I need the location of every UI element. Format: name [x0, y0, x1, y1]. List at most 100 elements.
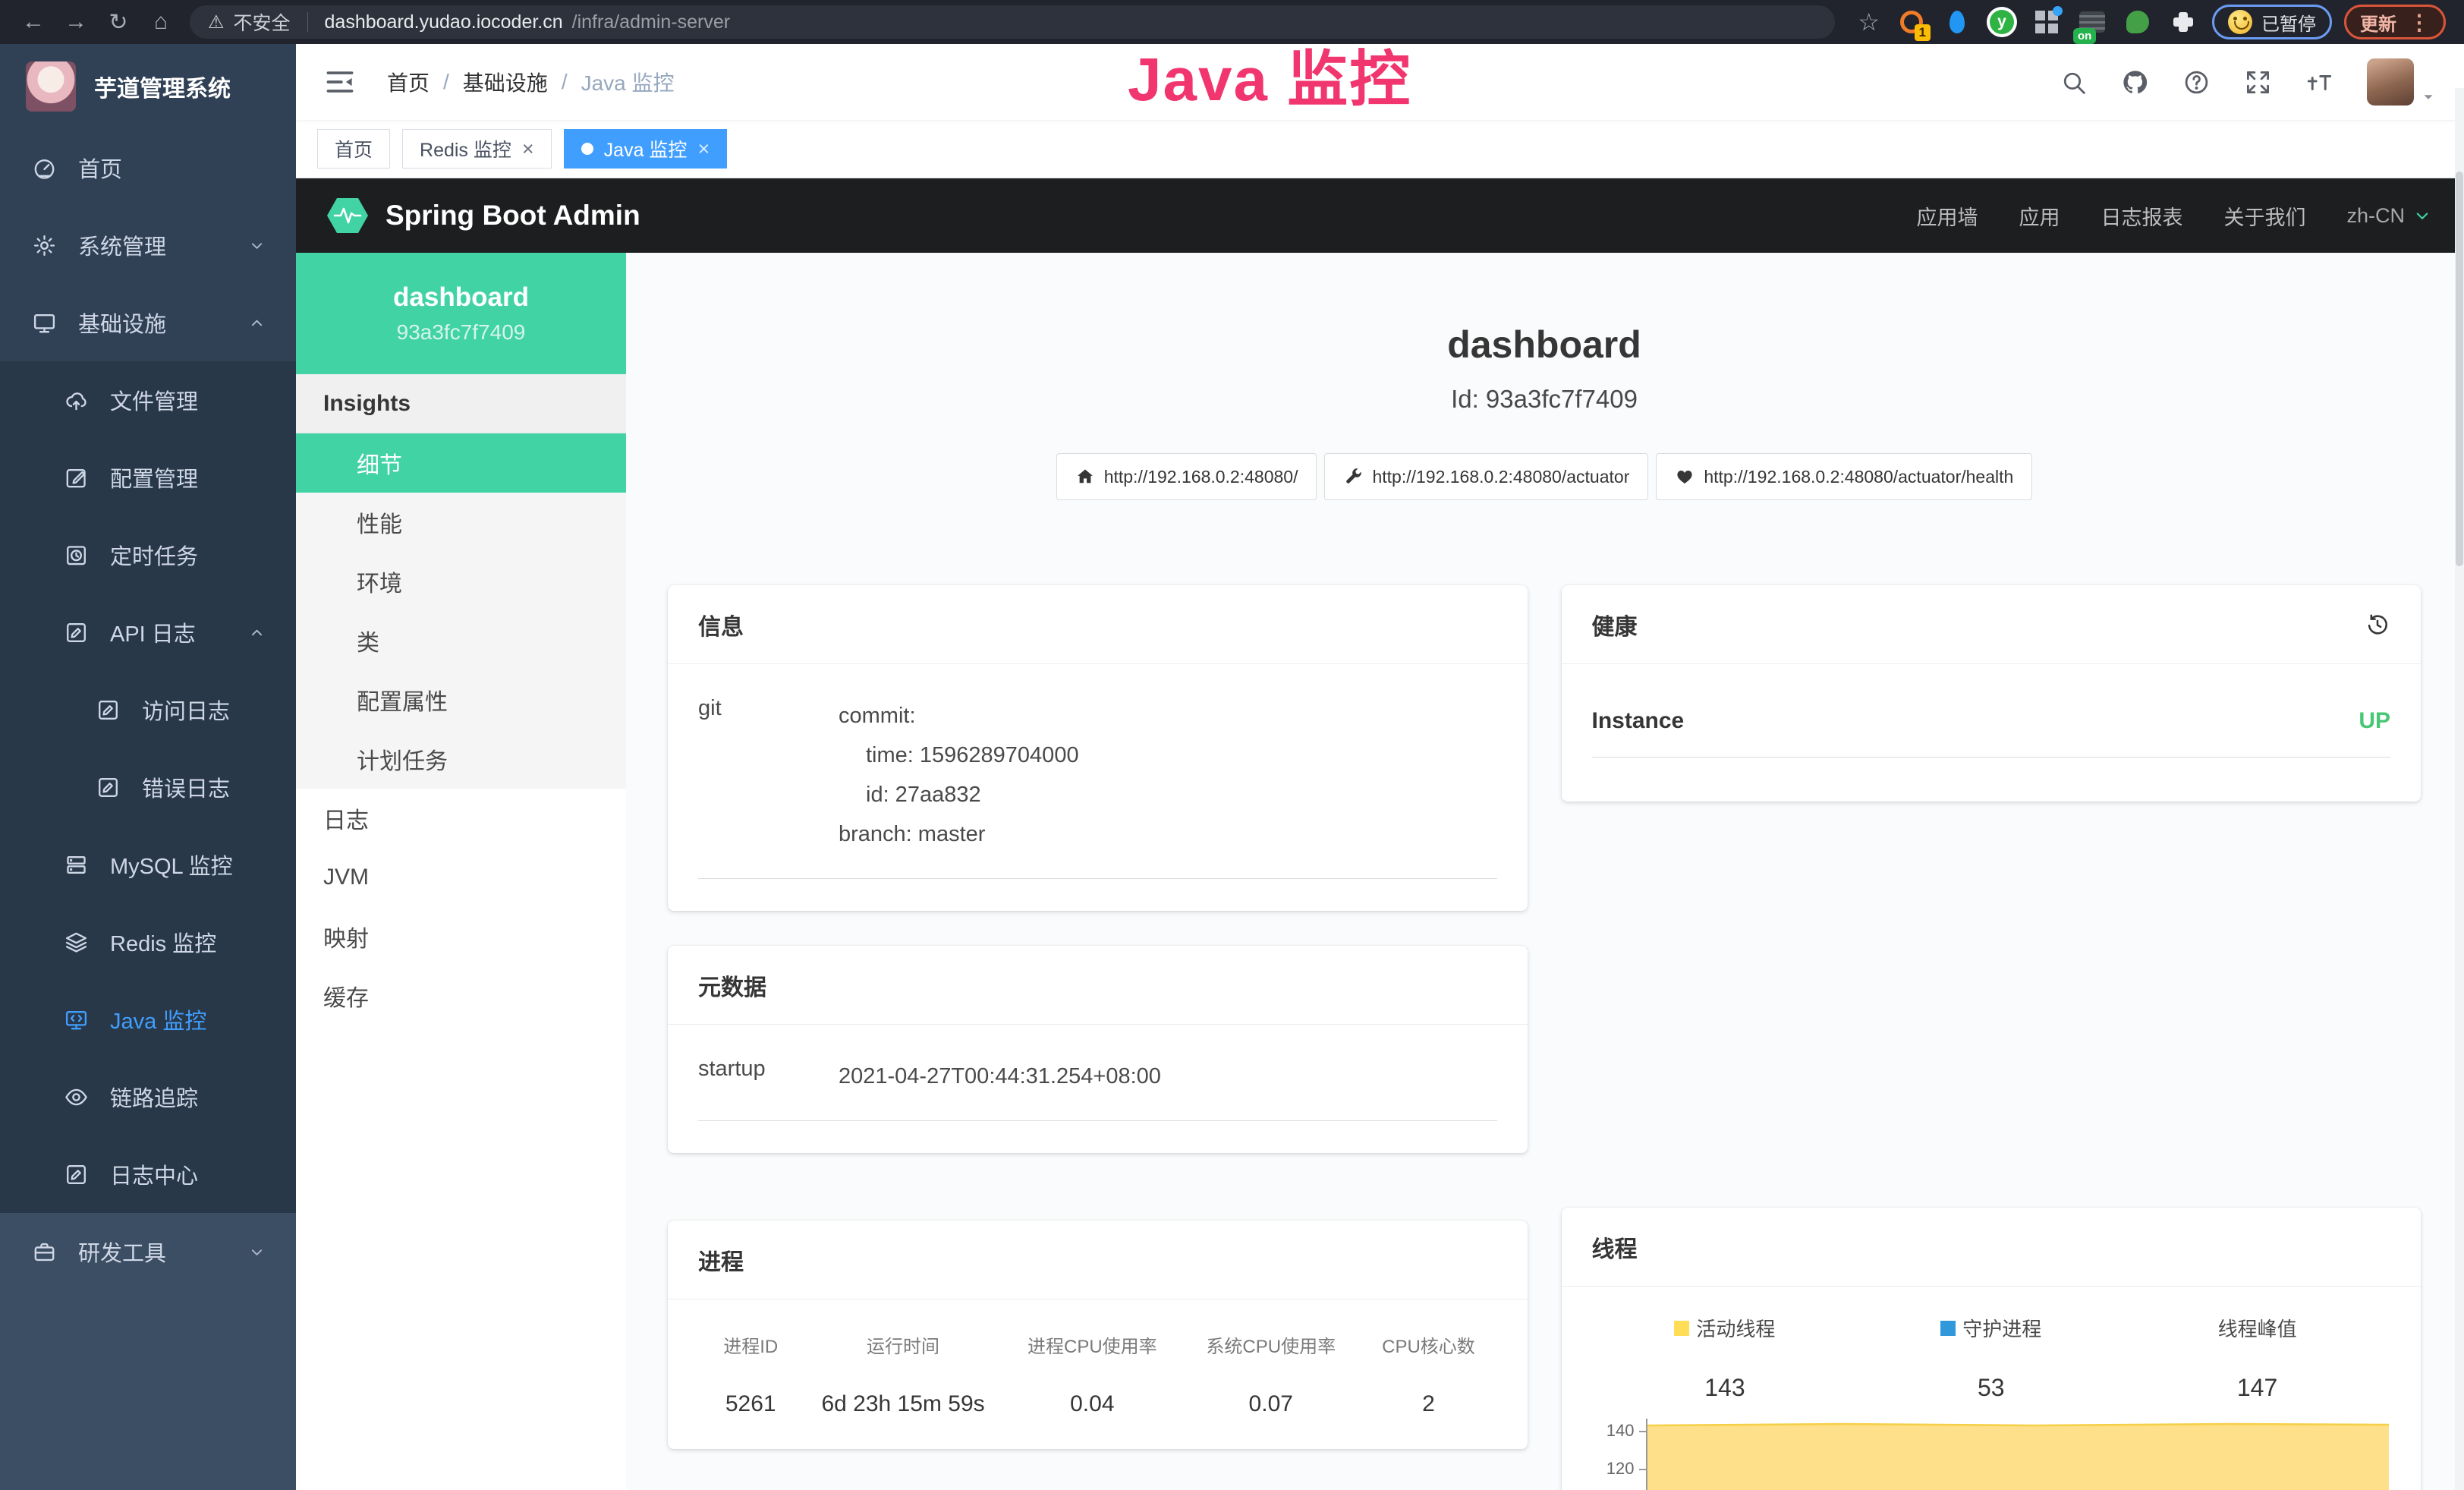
puzzle-extension-icon[interactable] [2167, 6, 2199, 38]
sba-insight-item-1[interactable]: 性能 [296, 493, 626, 552]
sidebar-item-3[interactable]: 文件管理 [0, 361, 296, 439]
scrollbar-thumb[interactable] [2456, 172, 2463, 566]
column-header: 运行时间 [803, 1331, 1002, 1358]
bookmark-star-icon[interactable]: ☆ [1858, 8, 1880, 36]
sba-root-list: 日志JVM映射缓存 [296, 789, 626, 1025]
colorpicker-extension-icon[interactable]: 1 [1896, 6, 1927, 38]
switch-extension-icon[interactable]: on [2076, 6, 2108, 38]
instance-link-2[interactable]: http://192.168.0.2:48080/actuator/health [1656, 453, 2032, 500]
breadcrumb-item[interactable]: 首页 [387, 67, 430, 97]
java-icon [64, 1007, 89, 1032]
instance-link-0[interactable]: http://192.168.0.2:48080/ [1056, 453, 1317, 500]
sidebar-item-5[interactable]: 定时任务 [0, 516, 296, 594]
sidebar-item-1[interactable]: 系统管理 [0, 206, 296, 284]
plant-extension-icon[interactable] [2122, 6, 2154, 38]
history-restore-icon[interactable] [2365, 612, 2390, 638]
status-badge[interactable]: UP [2359, 708, 2390, 734]
sba-insight-item-3[interactable]: 类 [296, 611, 626, 670]
sba-root-item-3[interactable]: 缓存 [296, 966, 626, 1025]
font-size-icon[interactable] [2305, 68, 2333, 96]
y-tick-mark [1639, 1431, 1646, 1432]
sba-root-item-0[interactable]: 日志 [296, 789, 626, 848]
database-icon [64, 852, 89, 877]
locale-select[interactable]: zh-CN [2346, 204, 2434, 228]
avatar[interactable] [2367, 58, 2414, 106]
instance-link-1[interactable]: http://192.168.0.2:48080/actuator [1324, 453, 1648, 500]
hamburger-fold-icon[interactable] [323, 65, 357, 99]
close-icon[interactable]: × [697, 137, 710, 161]
sidebar-item-label: API 日志 [110, 616, 196, 648]
sba-nav-item-1[interactable]: 应用 [2019, 201, 2060, 231]
browser-menu-icon[interactable]: ⋮ [2409, 10, 2430, 35]
sidebar-item-6[interactable]: API 日志 [0, 594, 296, 671]
y-extension-icon[interactable]: y [1987, 7, 2017, 37]
info-line: commit: [839, 696, 1079, 736]
sba-body: dashboard 93a3fc7f7409 Insights 细节性能环境类配… [296, 253, 2464, 1490]
sidebar-item-label: Redis 监控 [110, 926, 216, 958]
fullscreen-icon[interactable] [2244, 68, 2272, 96]
sidebar-item-9[interactable]: MySQL 监控 [0, 826, 296, 903]
forward-icon[interactable]: → [55, 9, 97, 35]
sidebar-item-label: 首页 [78, 152, 122, 184]
sba-instance-header[interactable]: dashboard 93a3fc7f7409 [296, 253, 626, 374]
instance-links: http://192.168.0.2:48080/http://192.168.… [668, 453, 2421, 500]
github-icon[interactable] [2121, 68, 2149, 96]
breadcrumb-separator: / [443, 70, 449, 94]
help-icon[interactable] [2182, 68, 2211, 96]
sidebar-item-label: 访问日志 [142, 694, 230, 726]
tab-1[interactable]: Redis 监控× [402, 129, 552, 169]
sidebar-item-label: 错误日志 [142, 771, 230, 803]
url-host: dashboard.yudao.iocoder.cn [325, 11, 563, 33]
sba-nav-item-2[interactable]: 日志报表 [2101, 201, 2182, 231]
left-column: 信息 git commit:time: 1596289704000id: 27a… [668, 585, 1528, 1449]
sidebar-item-2[interactable]: 基础设施 [0, 284, 296, 361]
sidebar-item-13[interactable]: 日志中心 [0, 1136, 296, 1213]
reload-icon[interactable]: ↻ [97, 9, 140, 36]
address-bar[interactable]: ⚠ 不安全 dashboard.yudao.iocoder.cn /infra/… [190, 5, 1835, 39]
dashboard-icon [32, 156, 57, 181]
y-tick-label: 120 [1592, 1459, 1635, 1479]
sba-insight-item-5[interactable]: 计划任务 [296, 729, 626, 789]
sba-insight-item-2[interactable]: 环境 [296, 552, 626, 611]
breadcrumb-item[interactable]: Java 监控 [581, 67, 675, 97]
schedule-icon [64, 543, 89, 568]
sidebar-menu: 首页系统管理基础设施文件管理配置管理定时任务 API 日志访问日志错误日志 MySQ… [0, 129, 296, 1490]
update-button[interactable]: 更新 ⋮ [2344, 5, 2446, 39]
chevron-down-icon [2411, 204, 2434, 227]
browser-home-icon[interactable]: ⌂ [140, 9, 182, 35]
sidebar-item-10[interactable]: Redis 监控 [0, 903, 296, 981]
security-label: 不安全 [234, 8, 291, 36]
user-menu[interactable] [2367, 58, 2437, 106]
sidebar-item-11[interactable]: Java 监控 [0, 981, 296, 1058]
tab-0[interactable]: 首页 [317, 129, 390, 169]
sba-insight-item-0[interactable]: 细节 [296, 433, 626, 493]
breadcrumb-item[interactable]: 基础设施 [463, 67, 548, 97]
sidebar-item-0[interactable]: 首页 [0, 129, 296, 206]
metadata-value: 2021-04-27T00:44:31.254+08:00 [839, 1057, 1161, 1096]
close-icon[interactable]: × [522, 137, 534, 161]
sidebar-item-14[interactable]: 研发工具 [0, 1213, 296, 1290]
log-icon [96, 698, 121, 723]
legend-item: 活动线程 [1592, 1314, 1858, 1342]
table-row: git commit:time: 1596289704000id: 27aa83… [698, 696, 1497, 879]
pin-extension-icon[interactable] [1941, 6, 1973, 38]
sba-root-item-2[interactable]: 映射 [296, 907, 626, 966]
sidebar-item-12[interactable]: 链路追踪 [0, 1058, 296, 1136]
app-logo-row[interactable]: 芋道管理系统 [0, 44, 296, 129]
sba-nav-item-3[interactable]: 关于我们 [2223, 201, 2305, 231]
paused-extension-pill[interactable]: 已暂停 [2212, 5, 2332, 39]
sidebar-item-8[interactable]: 错误日志 [0, 748, 296, 826]
sba-nav-item-0[interactable]: 应用墙 [1916, 201, 1978, 231]
sidebar-item-7[interactable]: 访问日志 [0, 671, 296, 748]
sba-root-item-1[interactable]: JVM [296, 848, 626, 907]
back-icon[interactable]: ← [12, 9, 55, 35]
tab-2[interactable]: Java 监控× [564, 129, 728, 169]
column-header: 系统CPU使用率 [1182, 1331, 1360, 1358]
card-title: 线程 [1592, 1230, 1638, 1264]
threads-card: 线程 活动线程守护进程线程峰值14353147 140120100 [1562, 1208, 2422, 1490]
scrollbar[interactable] [2455, 88, 2464, 1490]
sidebar-item-4[interactable]: 配置管理 [0, 439, 296, 516]
sba-insight-item-4[interactable]: 配置属性 [296, 670, 626, 729]
grid-extension-icon[interactable] [2031, 6, 2063, 38]
search-icon[interactable] [2060, 68, 2088, 96]
